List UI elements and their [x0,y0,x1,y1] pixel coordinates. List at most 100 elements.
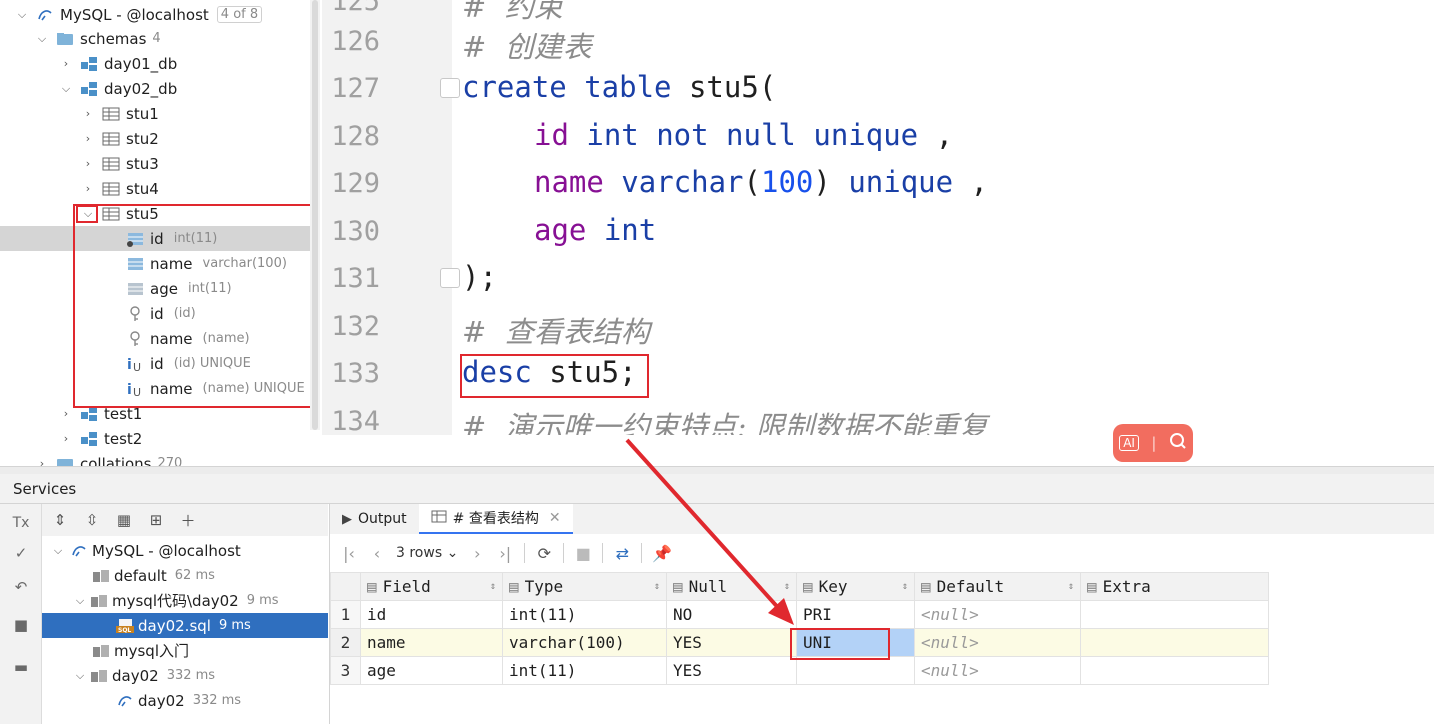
cell-null[interactable]: YES [666,656,797,685]
expand-all-icon[interactable]: ⇕ [48,509,72,531]
chevron-down-icon[interactable]: ⌵ [58,81,74,97]
sort-icon[interactable]: ⇕ [654,581,660,592]
chevron-down-icon[interactable]: ⌵ [34,31,50,47]
chevron-right-icon[interactable]: › [80,156,96,172]
compare-icon[interactable]: ⇄ [613,544,631,563]
cell-extra[interactable] [1080,600,1269,629]
cell-field[interactable]: name [360,628,503,657]
sql-keyword: int [586,213,657,247]
first-page-icon[interactable]: |‹ [340,544,358,563]
stop-icon[interactable]: ■ [8,614,34,636]
chevron-right-icon[interactable]: › [34,456,50,466]
cell-key[interactable] [796,656,915,685]
prev-page-icon[interactable]: ‹ [368,544,386,563]
chevron-down-icon[interactable]: ⌵ [72,593,88,609]
filter-icon[interactable]: ⊞ [144,509,168,531]
cell-default[interactable]: <null> [914,656,1081,685]
group-icon[interactable]: ▦ [112,509,136,531]
tree-scrollbar-thumb[interactable] [312,0,318,430]
tree-item-stu4[interactable]: › stu4 [0,176,320,201]
tree-item-stu3[interactable]: › stu3 [0,151,320,176]
tab-result[interactable]: # 查看表结构 ✕ [418,504,573,534]
layout-icon[interactable]: ▬ [8,656,34,678]
cell-null[interactable]: YES [666,628,797,657]
column-header-extra[interactable]: ▤ Extra [1080,572,1269,601]
last-page-icon[interactable]: ›| [496,544,514,563]
service-mysql-localhost[interactable]: ⌵ MySQL - @localhost [42,538,328,563]
cell-type[interactable]: int(11) [502,656,667,685]
rollback-icon[interactable]: ↶ [8,576,34,598]
service-default[interactable]: default 62 ms [42,563,328,588]
service-day02-console[interactable]: day02 332 ms [42,688,328,713]
cell-extra[interactable] [1080,656,1269,685]
next-page-icon[interactable]: › [468,544,486,563]
annotation-box-tree [73,204,314,408]
chevron-right-icon[interactable]: › [58,406,74,422]
tree-item-stu2[interactable]: › stu2 [0,126,320,151]
column-header-label: Type [524,577,564,596]
column-header-default[interactable]: ▤ Default ⇕ [914,572,1081,601]
stop-icon[interactable]: ■ [574,544,592,563]
tree-item-day01-db[interactable]: › day01_db [0,51,320,76]
cell-key[interactable]: PRI [796,600,915,629]
cell-extra[interactable] [1080,628,1269,657]
tree-collations[interactable]: › collations 270 [0,451,320,466]
transaction-icon[interactable]: Tx [8,512,34,534]
table-row[interactable]: 3 age int(11) YES <null> [330,656,1269,685]
table-row[interactable]: 1 id int(11) NO PRI <null> [330,600,1269,629]
service-day02[interactable]: ⌵ day02 332 ms [42,663,328,688]
refresh-icon[interactable]: ⟳ [535,544,553,563]
sort-icon[interactable]: ⇕ [784,581,790,592]
row-number[interactable]: 3 [330,656,361,685]
schemas-label: schemas [80,29,147,48]
search-icon[interactable] [1169,432,1187,454]
column-header-key[interactable]: ▤ Key ⇕ [796,572,915,601]
add-icon[interactable]: ＋ [176,509,200,531]
tab-output[interactable]: ▶ Output [330,504,419,534]
sort-icon[interactable]: ⇕ [490,581,496,592]
pin-icon[interactable]: 📌 [652,544,672,563]
cell-field[interactable]: age [360,656,503,685]
sql-editor[interactable]: 125 # 约束 126 # 创建表 127 create table stu5… [322,0,1434,435]
chevron-down-icon[interactable]: ⌵ [50,543,66,559]
row-number[interactable]: 1 [330,600,361,629]
tree-scrollbar[interactable] [310,0,320,430]
column-header-null[interactable]: ▤ Null ⇕ [666,572,797,601]
service-day02-sql[interactable]: SQL day02.sql 9 ms [42,613,328,638]
sort-icon[interactable]: ⇕ [902,581,908,592]
sort-icon[interactable]: ⇕ [1068,581,1074,592]
tree-item-day02-db[interactable]: ⌵ day02_db [0,76,320,101]
chevron-right-icon[interactable]: › [80,181,96,197]
row-number[interactable]: 2 [330,628,361,657]
cell-default[interactable]: <null> [914,628,1081,657]
panel-splitter[interactable] [0,466,1434,474]
rows-selector[interactable]: 3 rows ⌄ [396,545,458,561]
ai-icon[interactable]: AI [1119,435,1139,451]
fold-marker[interactable] [440,78,460,98]
tree-schemas[interactable]: ⌵ schemas 4 [0,26,320,51]
close-icon[interactable]: ✕ [549,510,561,526]
cell-type[interactable]: varchar(100) [502,628,667,657]
chevron-right-icon[interactable]: › [58,56,74,72]
tree-item-stu1[interactable]: › stu1 [0,101,320,126]
chevron-right-icon[interactable]: › [80,131,96,147]
collapse-all-icon[interactable]: ⇳ [80,509,104,531]
commit-check-icon[interactable]: ✓ [8,542,34,564]
column-header-field[interactable]: ▤ Field ⇕ [360,572,503,601]
tree-item-test2[interactable]: › test2 [0,426,320,451]
floating-ai-widget[interactable]: AI | [1113,424,1193,462]
column-header-type[interactable]: ▤ Type ⇕ [502,572,667,601]
cell-null[interactable]: NO [666,600,797,629]
chevron-right-icon[interactable]: › [58,431,74,447]
fold-marker[interactable] [440,268,460,288]
services-tree: ⌵ MySQL - @localhost default 62 ms ⌵ mys… [42,536,328,724]
service-mysql-intro[interactable]: mysql入门 [42,638,328,663]
service-mysql-code-day02[interactable]: ⌵ mysql代码\day02 9 ms [42,588,328,613]
cell-default[interactable]: <null> [914,600,1081,629]
chevron-down-icon[interactable]: ⌵ [14,7,30,23]
cell-type[interactable]: int(11) [502,600,667,629]
chevron-down-icon[interactable]: ⌵ [72,668,88,684]
cell-field[interactable]: id [360,600,503,629]
tree-connection[interactable]: ⌵ MySQL - @localhost 4 of 8 [0,2,320,27]
chevron-right-icon[interactable]: › [80,106,96,122]
